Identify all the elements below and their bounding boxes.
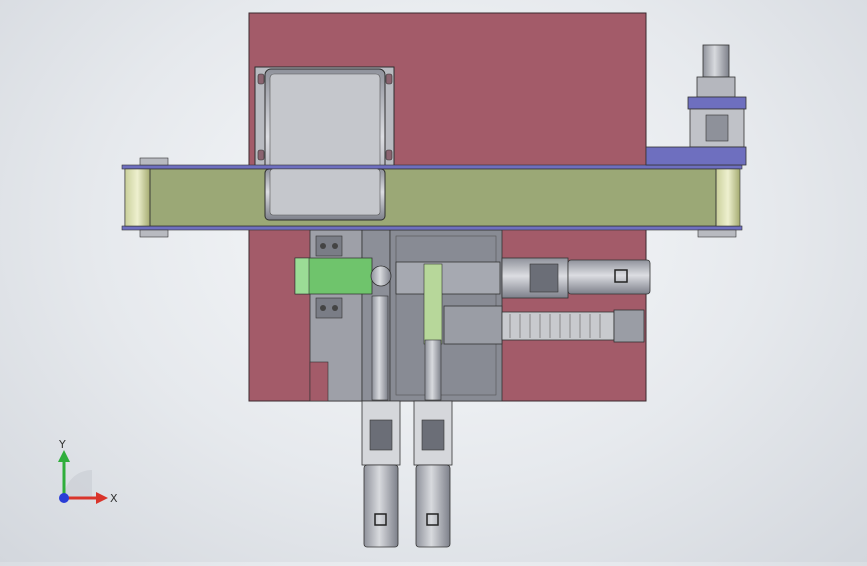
- vertical-motor: [645, 44, 747, 166]
- z-axis-dot: [59, 493, 69, 503]
- linear-rail: [443, 305, 645, 345]
- cad-viewport[interactable]: Y X: [0, 0, 867, 562]
- conveyor-belt: [121, 157, 743, 238]
- y-axis-arrow: [58, 450, 70, 462]
- assembly-drawing[interactable]: [0, 0, 867, 562]
- x-axis-arrow: [96, 492, 108, 504]
- y-axis-label: Y: [58, 440, 66, 451]
- x-axis-label: X: [110, 492, 118, 505]
- coordinate-triad: Y X: [48, 438, 118, 510]
